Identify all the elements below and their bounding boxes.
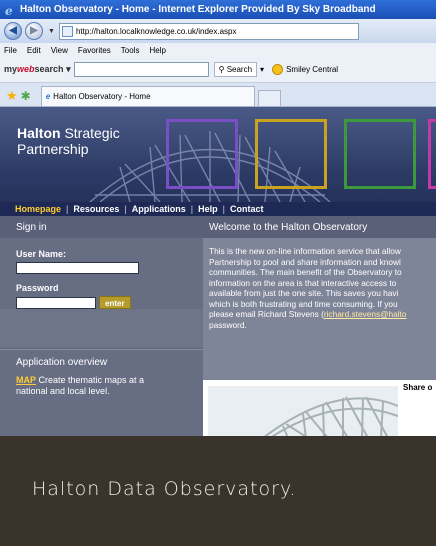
caption-text: Halton Data Observatory.: [32, 478, 297, 500]
nav-resources[interactable]: Resources: [73, 204, 119, 214]
menu-favorites[interactable]: Favorites: [78, 46, 111, 55]
signin-heading: Sign in: [0, 216, 203, 238]
mywebsearch-toolbar: mywebsearch ▾ ⚲ Search ▾ Smiley Central: [0, 57, 436, 83]
caption-footer: Halton Data Observatory.: [0, 436, 436, 546]
nav-contact[interactable]: Contact: [230, 204, 264, 214]
sidebar-spacer: [0, 309, 203, 349]
password-input[interactable]: [16, 296, 96, 309]
history-dropdown-icon[interactable]: ▼: [48, 28, 55, 35]
toolbar-search-input[interactable]: [73, 62, 209, 77]
magenta-square-graphic: [428, 119, 436, 189]
email-link[interactable]: richard.stevens@halto: [324, 309, 407, 319]
bridge-photo: [208, 386, 398, 436]
smiley-icon: [272, 64, 284, 75]
site-navigation: Homepage | Resources | Applications | He…: [0, 202, 436, 216]
tab-bar: ★ ✱ e Halton Observatory - Home: [0, 83, 436, 107]
svg-text:e: e: [5, 4, 13, 16]
smiley-central-button[interactable]: Smiley Central: [272, 64, 338, 75]
map-description: MAP Create thematic maps at a national a…: [16, 375, 145, 396]
nav-applications[interactable]: Applications: [132, 204, 186, 214]
password-label: Password: [16, 283, 59, 293]
tab-ie-icon: e: [45, 92, 51, 101]
username-input[interactable]: [16, 262, 139, 274]
mywebsearch-logo[interactable]: mywebsearch ▾: [4, 64, 71, 75]
page-icon: [61, 25, 73, 37]
welcome-heading: Welcome to the Halton Observatory: [203, 216, 436, 238]
search-options-dropdown[interactable]: ▾: [260, 65, 264, 74]
navigation-bar: ◀ ▶ ▼ http://halton.localknowledge.co.uk…: [0, 19, 436, 43]
menu-file[interactable]: File: [4, 46, 17, 55]
site-title: Halton Strategic Partnership: [17, 125, 120, 157]
add-favorites-icon[interactable]: ✱: [21, 86, 31, 106]
tab-halton-observatory[interactable]: e Halton Observatory - Home: [40, 86, 255, 106]
menu-edit[interactable]: Edit: [27, 46, 41, 55]
menu-view[interactable]: View: [51, 46, 68, 55]
menu-help[interactable]: Help: [149, 46, 165, 55]
toolbar-search-button[interactable]: ⚲ Search: [213, 62, 258, 77]
back-button[interactable]: ◀: [4, 22, 22, 40]
map-link[interactable]: MAP: [16, 375, 36, 385]
address-bar[interactable]: http://halton.localknowledge.co.uk/index…: [58, 22, 359, 40]
nav-help[interactable]: Help: [198, 204, 218, 214]
window-titlebar: e Halton Observatory - Home - Internet E…: [0, 0, 436, 19]
username-label: User Name:: [16, 249, 67, 259]
gold-square-graphic: [255, 119, 327, 189]
site-banner: Halton Strategic Partnership: [0, 107, 436, 202]
window-title: Halton Observatory - Home - Internet Exp…: [20, 4, 376, 15]
share-label: Share o: [403, 383, 433, 392]
green-square-graphic: [344, 119, 416, 189]
nav-homepage[interactable]: Homepage: [15, 204, 61, 214]
main-content: Welcome to the Halton Observatory This i…: [203, 216, 436, 436]
magnifier-icon: ⚲: [218, 65, 227, 74]
internet-explorer-icon: e: [4, 4, 16, 18]
menu-tools[interactable]: Tools: [121, 46, 140, 55]
forward-button[interactable]: ▶: [25, 22, 43, 40]
menu-bar: File Edit View Favorites Tools Help: [0, 43, 436, 57]
main-lower-area: Share o: [203, 380, 436, 436]
address-url[interactable]: http://halton.localknowledge.co.uk/index…: [76, 27, 237, 36]
welcome-text: This is the new on-line information serv…: [203, 238, 436, 380]
sidebar: Sign in User Name: Password enter Applic…: [0, 216, 203, 436]
favorites-star-icon[interactable]: ★: [6, 86, 18, 106]
purple-square-graphic: [166, 119, 238, 189]
application-overview-heading: Application overview: [0, 349, 203, 375]
enter-button[interactable]: enter: [99, 296, 131, 309]
new-tab-button[interactable]: [257, 90, 281, 106]
